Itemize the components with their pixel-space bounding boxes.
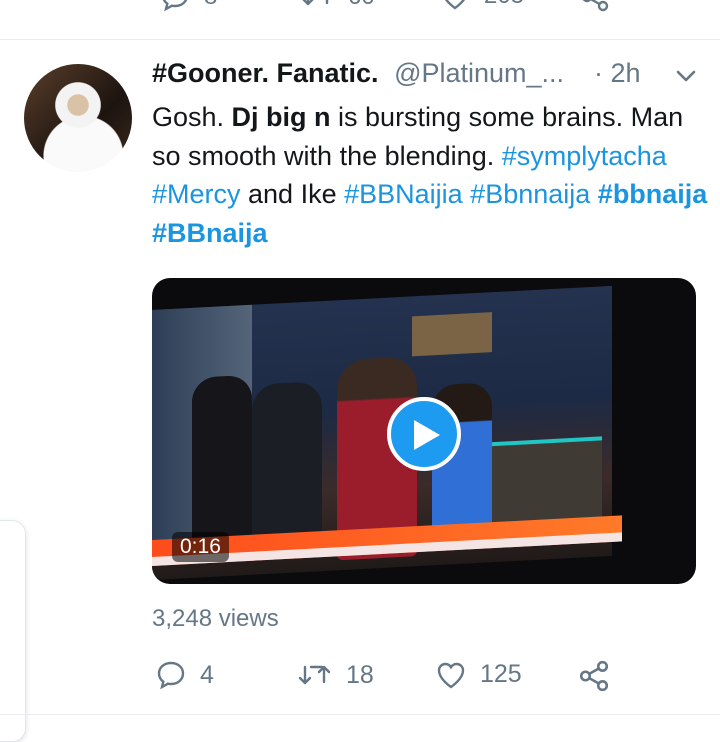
retweet-button[interactable]: 18 — [296, 660, 374, 690]
video-player[interactable]: 0:16 — [152, 278, 696, 584]
hashtag-bbnaija-lower[interactable]: #bbnaija — [598, 179, 708, 209]
chevron-down-icon[interactable] — [675, 68, 697, 84]
share-button[interactable] — [578, 660, 610, 692]
like-button[interactable]: 125 — [436, 660, 522, 689]
previous-share-button[interactable] — [580, 0, 610, 12]
text-part: Gosh. — [152, 102, 232, 132]
text-space — [590, 179, 598, 209]
video-duration: 0:16 — [172, 532, 229, 562]
avatar[interactable] — [24, 64, 132, 172]
previous-reply-count: 8 — [204, 0, 217, 11]
heart-icon — [437, 662, 465, 688]
previous-retweet-count: 60 — [348, 0, 375, 11]
hashtag-bbnaijia[interactable]: #BBNaijia — [344, 179, 463, 209]
user-handle[interactable]: @Platinum_... — [394, 58, 564, 88]
tweet-divider-bottom — [0, 714, 720, 715]
view-count: 3,248 views — [152, 605, 279, 632]
previous-like-button[interactable]: 205 — [440, 0, 524, 10]
hashtag-symplytacha[interactable]: #symplytacha — [502, 141, 667, 171]
tweet-timestamp[interactable]: · 2h — [594, 58, 641, 89]
hashtag-mercy[interactable]: #Mercy — [152, 179, 241, 209]
reply-icon — [157, 661, 185, 690]
retweet-icon — [298, 665, 331, 685]
share-icon — [582, 0, 609, 12]
previous-retweet-button[interactable]: 60 — [300, 0, 375, 12]
heart-icon — [445, 0, 465, 10]
like-count: 125 — [480, 660, 522, 688]
hashtag-bbnnaija[interactable]: #Bbnnaija — [470, 179, 590, 209]
tweet-header: #Gooner. Fanatic. @Platinum_... · 2h — [152, 58, 641, 89]
hashtag-bbnaija[interactable]: #BBnaija — [152, 218, 268, 248]
tweet-divider — [0, 39, 720, 40]
retweet-count: 18 — [346, 660, 374, 689]
previous-like-count: 205 — [484, 0, 524, 10]
display-name[interactable]: #Gooner. Fanatic. — [152, 58, 379, 88]
play-button[interactable] — [387, 397, 461, 471]
play-icon — [414, 420, 440, 450]
share-icon — [579, 660, 609, 692]
reply-count: 4 — [200, 660, 214, 689]
previous-reply-button[interactable]: 8 — [160, 0, 217, 12]
text-bold: Dj big n — [231, 102, 331, 132]
floating-side-panel[interactable] — [0, 520, 26, 742]
reply-icon — [162, 0, 188, 12]
tweet-text: Gosh. Dj big n is bursting some brains. … — [152, 98, 712, 252]
text-part: and Ike — [240, 179, 345, 209]
reply-button[interactable]: 4 — [156, 660, 214, 690]
tweet-actions: 4 18 125 — [152, 660, 622, 696]
retweet-icon — [302, 0, 329, 6]
previous-tweet-actions: 8 60 205 — [0, 0, 720, 22]
